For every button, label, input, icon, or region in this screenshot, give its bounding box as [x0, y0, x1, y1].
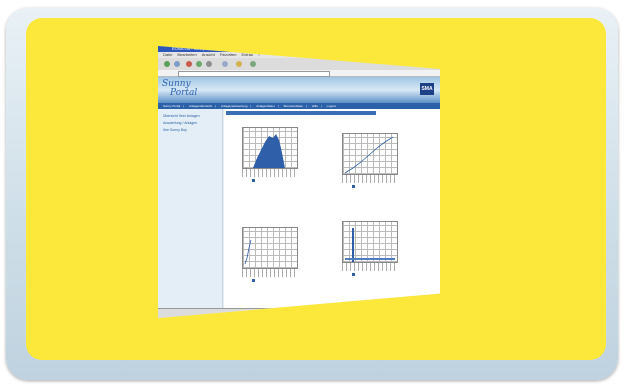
nav-link-analysis[interactable]: Anlagenauswertung: [221, 104, 248, 108]
chart-4-legend: [352, 273, 356, 277]
chart-3-x-labels: [242, 269, 298, 277]
chart-yearly-bar: [332, 213, 402, 279]
menu-item-bearbeiten[interactable]: Bearbeiten: [177, 52, 196, 57]
chart-1-x-labels: [242, 169, 298, 177]
chart-4-plot: [342, 221, 398, 263]
chart-1-area: [253, 134, 285, 168]
presentation-slide: ECMA Ltd - Sunny Portal - Microsoft Inte…: [0, 0, 624, 387]
chart-2-x-labels: [342, 175, 398, 183]
menu-item-favoriten[interactable]: Favoriten: [220, 52, 237, 57]
chart-1-plot: [242, 127, 298, 169]
portal-sidebar: Übersicht Ihrer Anlagen Auswertung / Anl…: [158, 109, 223, 318]
menu-item-help[interactable]: ?: [258, 52, 260, 57]
chart-2-plot: [342, 133, 398, 175]
stop-icon[interactable]: [186, 61, 192, 67]
nav-link-data[interactable]: Anlagendaten: [256, 104, 275, 108]
sidebar-link-overview[interactable]: Übersicht Ihrer Anlagen: [163, 114, 200, 118]
forward-icon[interactable]: [174, 61, 180, 67]
chart-3-plot: [242, 227, 298, 269]
chart-section-header: [226, 111, 376, 115]
chart-cumulative-line: [332, 125, 402, 191]
chart-2-legend: [352, 185, 356, 189]
menu-item-extras[interactable]: Extras: [242, 52, 253, 57]
menu-item-datei[interactable]: Datei: [163, 52, 172, 57]
sidebar-link-sunnyboy[interactable]: Ihre Sunny Boy: [163, 128, 187, 132]
back-icon[interactable]: [164, 61, 170, 67]
chart-4-baseline: [345, 258, 395, 260]
nav-link-help[interactable]: Hilfe: [312, 104, 318, 108]
portal-banner: Sunny Portal SMA: [158, 77, 440, 103]
nav-link-user[interactable]: Benutzerdaten: [284, 104, 304, 108]
favorites-icon[interactable]: [236, 61, 242, 67]
chart-4-bar: [352, 228, 354, 262]
nav-link-home[interactable]: Sunny Portal: [163, 104, 180, 108]
chart-area: [224, 109, 440, 318]
chart-4-x-labels: [342, 263, 398, 271]
sidebar-link-analysis[interactable]: Auswertung / Anlagen: [163, 121, 197, 125]
chart-3-line: [244, 239, 252, 265]
home-icon[interactable]: [206, 61, 212, 67]
legend-swatch: [252, 179, 255, 182]
nav-link-logout[interactable]: Logout: [327, 104, 336, 108]
search-icon[interactable]: [222, 61, 228, 67]
legend-swatch: [352, 185, 355, 188]
nav-link-overview[interactable]: Anlagenübersicht: [189, 104, 212, 108]
chart-1-legend: [252, 179, 256, 183]
legend-swatch: [352, 273, 355, 276]
refresh-icon[interactable]: [196, 61, 202, 67]
chart-daily-area: [232, 119, 302, 185]
status-zone: Internet: [399, 310, 410, 314]
chart-monthly-line: [232, 219, 302, 285]
chart-3-legend: [252, 279, 256, 283]
sunny-portal-logo: Sunny Portal: [162, 80, 197, 98]
chart-2-line: [344, 136, 394, 174]
menu-item-ansicht[interactable]: Ansicht: [202, 52, 215, 57]
monitor-photo-stage: ECMA Ltd - Sunny Portal - Microsoft Inte…: [0, 0, 624, 387]
legend-swatch: [252, 279, 255, 282]
browser-statusbar: Internet: [158, 308, 440, 318]
browser-screenshot: ECMA Ltd - Sunny Portal - Microsoft Inte…: [158, 46, 440, 318]
address-bar: [158, 70, 440, 77]
sma-logo: SMA: [420, 83, 434, 95]
logo-line-2: Portal: [170, 88, 198, 98]
history-icon[interactable]: [250, 61, 256, 67]
